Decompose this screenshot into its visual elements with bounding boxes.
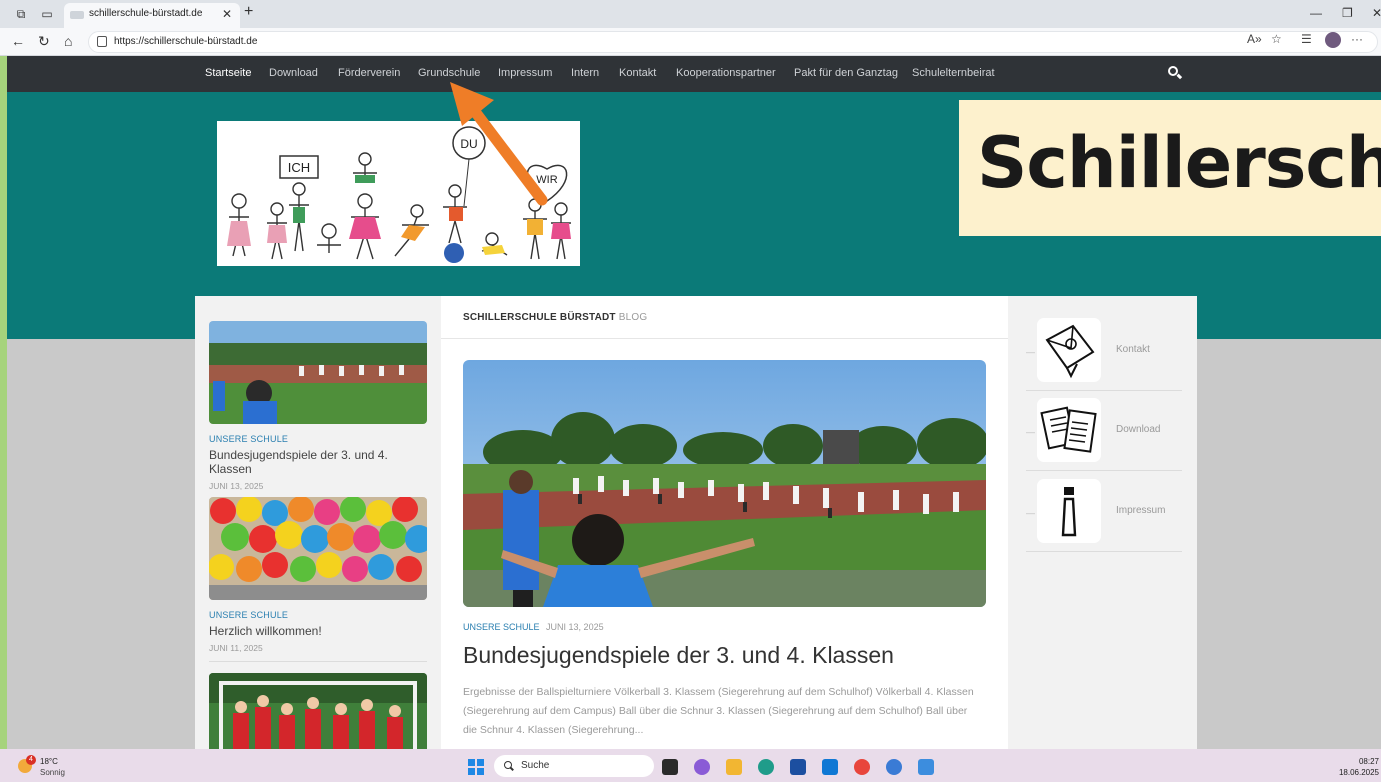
content-panel: UNSERE SCHULE Bundesjugendspiele der 3. … <box>195 296 1197 749</box>
favorite-star-icon[interactable]: ☆ <box>1271 32 1282 46</box>
featured-post-title[interactable]: Bundesjugendspiele der 3. und 4. Klassen <box>463 642 894 669</box>
post-title[interactable]: Herzlich willkommen! <box>209 624 427 638</box>
featured-post-date: JUNI 13, 2025 <box>546 622 604 632</box>
window-close-icon[interactable]: ✕ <box>1372 6 1381 20</box>
copilot-icon[interactable] <box>694 759 710 775</box>
store-icon[interactable] <box>790 759 806 775</box>
search-icon[interactable] <box>1168 66 1183 80</box>
back-icon[interactable]: ← <box>11 33 25 49</box>
nav-item-download[interactable]: Download <box>269 67 318 79</box>
profile-avatar[interactable] <box>1325 32 1341 48</box>
nav-item-kooperationspartner[interactable]: Kooperationspartner <box>676 67 776 79</box>
site-navigation: Startseite Download Förderverein Grundsc… <box>7 56 1381 92</box>
new-tab-icon[interactable]: + <box>244 3 253 21</box>
envelope-icon[interactable] <box>1037 318 1101 382</box>
notification-badge: 4 <box>26 755 36 765</box>
featured-post-image[interactable] <box>463 360 986 607</box>
featured-post-excerpt: Ergebnisse der Ballspielturniere Völkerb… <box>463 686 974 736</box>
weather-temperature: 18°C <box>40 757 58 766</box>
logo-word-du: DU <box>460 137 477 151</box>
widget-column: — Kontakt — Download — Impressum <box>1008 296 1197 749</box>
taskbar-search-label: Suche <box>521 760 550 771</box>
post-thumbnail[interactable] <box>209 673 427 749</box>
nav-item-startseite[interactable]: Startseite <box>205 67 251 79</box>
divider <box>441 338 1008 339</box>
file-explorer-icon[interactable] <box>726 759 742 775</box>
nav-item-grundschule[interactable]: Grundschule <box>418 67 480 79</box>
post-category[interactable]: UNSERE SCHULE <box>209 610 427 620</box>
lock-icon <box>97 36 107 47</box>
nav-item-schulelternbeirat[interactable]: Schulelternbeirat <box>912 67 995 79</box>
logo-word-ich: ICH <box>288 160 310 175</box>
nav-item-foerderverein[interactable]: Förderverein <box>338 67 400 79</box>
app-icon[interactable] <box>886 759 902 775</box>
browser-tab[interactable]: schillerschule-bürstadt.de ✕ <box>64 3 240 28</box>
post-card[interactable] <box>209 673 427 749</box>
widget-label[interactable]: Kontakt <box>1116 344 1150 355</box>
tab-title: schillerschule-bürstadt.de <box>89 8 203 19</box>
widget-link-kontakt[interactable]: — Kontakt <box>1026 318 1182 398</box>
edge-icon[interactable] <box>758 759 774 775</box>
taskbar-search[interactable]: Suche <box>494 755 654 777</box>
system-clock[interactable]: 08:27 18.06.2025 <box>1339 756 1379 778</box>
children-drawing: ICH DU WIR <box>227 126 571 263</box>
widget-link-impressum[interactable]: — Impressum <box>1026 479 1182 559</box>
post-thumbnail[interactable] <box>209 497 427 600</box>
post-thumbnail[interactable] <box>209 321 427 424</box>
weather-condition: Sonnig <box>40 768 65 777</box>
post-date: JUNI 11, 2025 <box>209 643 263 653</box>
url-text: https://schillerschule-bürstadt.de <box>114 36 258 47</box>
clock-date: 18.06.2025 <box>1338 768 1379 777</box>
browser-toolbar-icons: A» ☆ ☰ ··· <box>1221 32 1381 52</box>
outlook-icon[interactable] <box>822 759 838 775</box>
favorites-list-icon[interactable]: ☰ <box>1301 32 1312 46</box>
blog-heading: SCHILLERSCHULE BÜRSTADT BLOG <box>463 312 647 323</box>
more-menu-icon[interactable]: ··· <box>1351 32 1363 46</box>
chrome-icon[interactable] <box>854 759 870 775</box>
documents-icon[interactable] <box>1037 398 1101 462</box>
recent-posts-column: UNSERE SCHULE Bundesjugendspiele der 3. … <box>195 296 441 749</box>
post-category[interactable]: UNSERE SCHULE <box>209 434 427 444</box>
minimize-icon[interactable]: — <box>1310 6 1322 20</box>
post-card[interactable]: UNSERE SCHULE Herzlich willkommen! JUNI … <box>209 497 427 662</box>
home-icon[interactable]: ⌂ <box>64 33 72 49</box>
widget-label[interactable]: Impressum <box>1116 505 1165 516</box>
browser-tab-bar: ⧉ ▭ schillerschule-bürstadt.de ✕ + — ❐ ✕ <box>0 0 1381 28</box>
site-title-text: Schillersch <box>977 122 1381 204</box>
nav-item-kontakt[interactable]: Kontakt <box>619 67 656 79</box>
logo-word-wir: WIR <box>536 174 557 186</box>
nav-item-pakt-fuer-den-ganztag[interactable]: Pakt für den Ganztag <box>794 67 898 79</box>
web-page: Startseite Download Förderverein Grundsc… <box>7 56 1381 749</box>
widget-link-download[interactable]: — Download <box>1026 398 1182 478</box>
info-icon[interactable] <box>1037 479 1101 543</box>
blog-heading-main: SCHILLERSCHULE BÜRSTADT <box>463 312 616 323</box>
clock-time: 08:27 <box>1358 757 1379 766</box>
tab-close-icon[interactable]: ✕ <box>222 7 232 21</box>
post-date: JUNI 13, 2025 <box>209 481 264 491</box>
restore-icon[interactable]: ❐ <box>1342 6 1353 20</box>
featured-post-meta: UNSERE SCHULE JUNI 13, 2025 <box>463 622 604 632</box>
widget-label[interactable]: Download <box>1116 424 1160 435</box>
tab-actions-icon[interactable]: ▭ <box>38 5 56 23</box>
divider <box>209 661 427 662</box>
post-card[interactable]: UNSERE SCHULE Bundesjugendspiele der 3. … <box>209 321 427 500</box>
read-aloud-icon[interactable]: A» <box>1247 32 1262 46</box>
nav-item-intern[interactable]: Intern <box>571 67 599 79</box>
windows-start-icon[interactable] <box>468 759 484 775</box>
url-field[interactable]: https://schillerschule-bürstadt.de <box>88 31 1378 53</box>
favicon-icon <box>70 11 84 19</box>
site-title-banner: Schillersch <box>959 100 1381 236</box>
browser-address-bar: ← ↻ ⌂ https://schillerschule-bürstadt.de… <box>0 28 1381 56</box>
post-title[interactable]: Bundesjugendspiele der 3. und 4. Klassen <box>209 448 427 476</box>
task-view-icon[interactable] <box>662 759 678 775</box>
refresh-icon[interactable]: ↻ <box>38 33 50 50</box>
workspaces-icon[interactable]: ⧉ <box>12 5 30 23</box>
featured-post-category[interactable]: UNSERE SCHULE <box>463 622 540 632</box>
nav-item-impressum[interactable]: Impressum <box>498 67 552 79</box>
windows-taskbar: 4 18°C Sonnig Suche 08:27 18.06.2025 <box>0 749 1381 782</box>
blog-heading-sub: BLOG <box>618 312 648 323</box>
school-logo[interactable]: ICH DU WIR <box>217 121 580 266</box>
remote-desktop-icon[interactable] <box>918 759 934 775</box>
